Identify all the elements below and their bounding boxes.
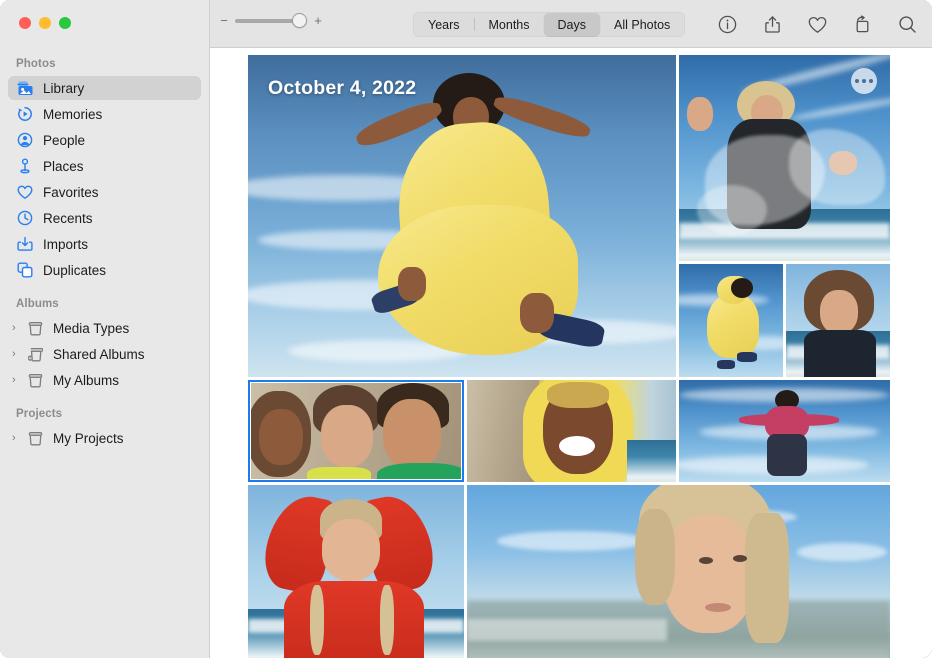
photo-cell[interactable] [679,55,890,261]
folder-icon [26,371,44,389]
sidebar-item-memories[interactable]: Memories [8,102,201,126]
photo-cell[interactable] [679,264,783,377]
sidebar-item-label: Duplicates [43,263,106,278]
chevron-right-icon[interactable]: › [12,375,24,386]
sidebar-item-shared-albums[interactable]: › Shared Albums [8,342,201,366]
sidebar-item-label: My Projects [53,431,124,446]
photos-app-window: Photos Library [0,0,932,658]
photo-thumbnail [251,383,461,479]
photo-cell-selected[interactable] [248,380,464,482]
toolbar-actions [716,12,918,37]
sidebar-item-duplicates[interactable]: Duplicates [8,258,201,282]
info-icon[interactable] [716,14,738,36]
photo-thumbnail [248,485,464,658]
sidebar-item-label: Imports [43,237,88,252]
library-icon [16,79,34,97]
clock-icon [16,209,34,227]
zoom-slider-track[interactable] [235,19,307,23]
window-controls [19,17,71,29]
photo-grid: October 4, 2022 [248,55,890,655]
photo-cell[interactable] [248,485,464,658]
duplicates-icon [16,261,34,279]
sidebar-item-my-albums[interactable]: › My Albums [8,368,201,392]
sidebar-item-imports[interactable]: Imports [8,232,201,256]
sidebar-section-projects: Projects [0,404,209,424]
sidebar-item-library[interactable]: Library [8,76,201,100]
sidebar-section-photos: Photos [0,54,209,74]
memories-icon [16,105,34,123]
close-button[interactable] [19,17,31,29]
tab-years[interactable]: Years [414,13,474,36]
sidebar-item-recents[interactable]: Recents [8,206,201,230]
zoom-slider[interactable]: − + [220,14,322,27]
folder-icon [26,319,44,337]
sidebar-item-label: My Albums [53,373,119,388]
photo-cell[interactable] [786,264,890,377]
sidebar-item-places[interactable]: Places [8,154,201,178]
favorite-icon[interactable] [806,14,828,36]
photo-grid-area[interactable]: October 4, 2022 [210,48,932,658]
photo-cell[interactable] [467,380,676,482]
share-icon[interactable] [761,14,783,36]
tab-all-photos[interactable]: All Photos [600,13,684,36]
sidebar-scroll[interactable]: Photos Library [0,54,209,658]
minimize-button[interactable] [39,17,51,29]
chevron-right-icon[interactable]: › [12,433,24,444]
sidebar-item-label: Places [43,159,84,174]
sidebar-item-label: People [43,133,85,148]
photo-cell[interactable] [679,380,890,482]
sidebar-item-media-types[interactable]: › Media Types [8,316,201,340]
sidebar-item-my-projects[interactable]: › My Projects [8,426,201,450]
more-options-button[interactable] [851,68,877,94]
rotate-icon[interactable] [851,14,873,36]
sidebar-item-favorites[interactable]: Favorites [8,180,201,204]
toolbar: − + Years Months Days All Photos [210,0,932,48]
chevron-right-icon[interactable]: › [12,349,24,360]
people-icon [16,131,34,149]
sidebar-item-label: Library [43,81,84,96]
places-icon [16,157,34,175]
import-icon [16,235,34,253]
photo-thumbnail [786,264,890,377]
search-icon[interactable] [896,14,918,36]
sidebar-section-albums: Albums [0,294,209,314]
folder-icon [26,429,44,447]
zoom-slider-knob[interactable] [292,13,307,28]
photo-thumbnail [679,380,890,482]
sidebar-item-label: Memories [43,107,102,122]
chevron-right-icon[interactable]: › [12,323,24,334]
photo-thumbnail [679,264,783,377]
sidebar-item-label: Shared Albums [53,347,145,362]
tab-months[interactable]: Months [475,13,544,36]
photo-cell[interactable] [467,485,890,658]
view-mode-segmented-control[interactable]: Years Months Days All Photos [413,12,685,37]
maximize-button[interactable] [59,17,71,29]
shared-folder-icon [26,345,44,363]
sidebar-item-label: Recents [43,211,93,226]
sidebar: Photos Library [0,0,210,658]
photo-thumbnail [248,55,676,377]
sidebar-item-people[interactable]: People [8,128,201,152]
zoom-in-label[interactable]: + [314,14,322,27]
tab-days[interactable]: Days [544,13,600,36]
heart-icon [16,183,34,201]
photo-cell[interactable]: October 4, 2022 [248,55,676,377]
zoom-out-label[interactable]: − [220,14,228,27]
sidebar-item-label: Media Types [53,321,129,336]
sidebar-item-label: Favorites [43,185,99,200]
